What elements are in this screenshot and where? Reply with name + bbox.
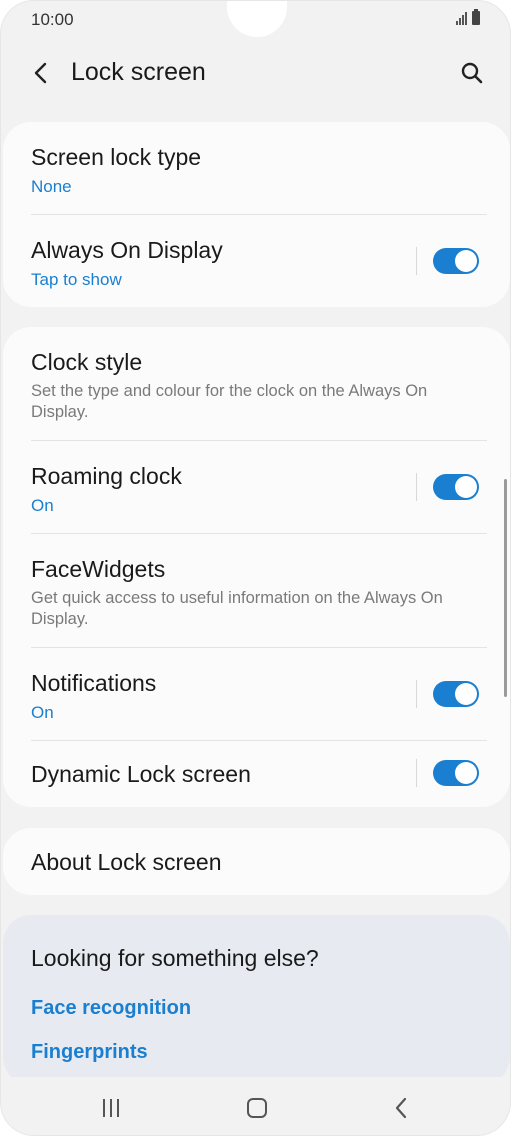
- phone-screen: 10:00 Lock screen Screen lock type None: [0, 0, 511, 1136]
- facewidgets-title: FaceWidgets: [31, 556, 166, 582]
- status-time: 10:00: [31, 10, 74, 29]
- always-on-display-value: Tap to show: [31, 270, 122, 289]
- about-lock-screen-item[interactable]: About Lock screen: [3, 828, 510, 895]
- suggestions-title: Looking for something else?: [31, 945, 319, 971]
- face-recognition-link[interactable]: Face recognition: [31, 997, 191, 1020]
- navigation-bar: [1, 1077, 510, 1135]
- dynamic-lock-screen-item[interactable]: Dynamic Lock screen: [3, 741, 510, 807]
- vertical-separator: [416, 473, 417, 501]
- suggestions-card: Looking for something else? Face recogni…: [3, 915, 510, 1085]
- notifications-title: Notifications: [31, 670, 157, 696]
- nav-back-button[interactable]: [391, 1097, 411, 1119]
- facewidgets-item[interactable]: FaceWidgets Get quick access to useful i…: [3, 534, 510, 648]
- notifications-value: On: [31, 703, 54, 722]
- vertical-separator: [416, 247, 417, 275]
- status-icons: [456, 9, 480, 25]
- chevron-left-icon: [395, 1097, 407, 1119]
- notifications-item[interactable]: Notifications On: [3, 648, 510, 741]
- notifications-toggle[interactable]: [433, 681, 479, 707]
- search-icon: [461, 62, 483, 84]
- settings-card-about: About Lock screen: [3, 828, 510, 895]
- clock-style-title: Clock style: [31, 349, 143, 375]
- recent-apps-button[interactable]: [103, 1099, 125, 1119]
- dynamic-lock-screen-title: Dynamic Lock screen: [31, 761, 251, 787]
- battery-icon: [472, 9, 480, 25]
- page-title: Lock screen: [71, 58, 206, 86]
- roaming-clock-value: On: [31, 496, 54, 515]
- search-button[interactable]: [456, 57, 488, 89]
- about-lock-screen-title: About Lock screen: [31, 849, 222, 875]
- vertical-separator: [416, 759, 417, 787]
- dynamic-lock-screen-toggle[interactable]: [433, 760, 479, 786]
- status-bar: 10:00: [1, 1, 510, 37]
- always-on-display-title: Always On Display: [31, 237, 223, 263]
- always-on-display-toggle[interactable]: [433, 248, 479, 274]
- signal-icon: [456, 11, 467, 25]
- screen-lock-type-title: Screen lock type: [31, 144, 202, 170]
- vertical-separator: [416, 680, 417, 708]
- settings-card-lock-type: Screen lock type None Always On Display …: [3, 122, 510, 307]
- back-button[interactable]: [25, 57, 57, 89]
- facewidgets-description: Get quick access to useful information o…: [31, 589, 443, 628]
- roaming-clock-title: Roaming clock: [31, 463, 182, 489]
- scrollbar[interactable]: [504, 479, 507, 697]
- clock-style-item[interactable]: Clock style Set the type and colour for …: [3, 327, 510, 441]
- chevron-left-icon: [34, 62, 47, 84]
- app-bar: Lock screen: [1, 45, 510, 101]
- roaming-clock-toggle[interactable]: [433, 474, 479, 500]
- fingerprints-link[interactable]: Fingerprints: [31, 1041, 148, 1064]
- screen-lock-type-value: None: [31, 177, 72, 196]
- settings-card-aod: Clock style Set the type and colour for …: [3, 327, 510, 807]
- always-on-display-item[interactable]: Always On Display Tap to show: [3, 215, 510, 307]
- home-button[interactable]: [247, 1098, 267, 1118]
- roaming-clock-item[interactable]: Roaming clock On: [3, 441, 510, 534]
- screen-lock-type-item[interactable]: Screen lock type None: [3, 122, 510, 215]
- clock-style-description: Set the type and colour for the clock on…: [31, 382, 428, 421]
